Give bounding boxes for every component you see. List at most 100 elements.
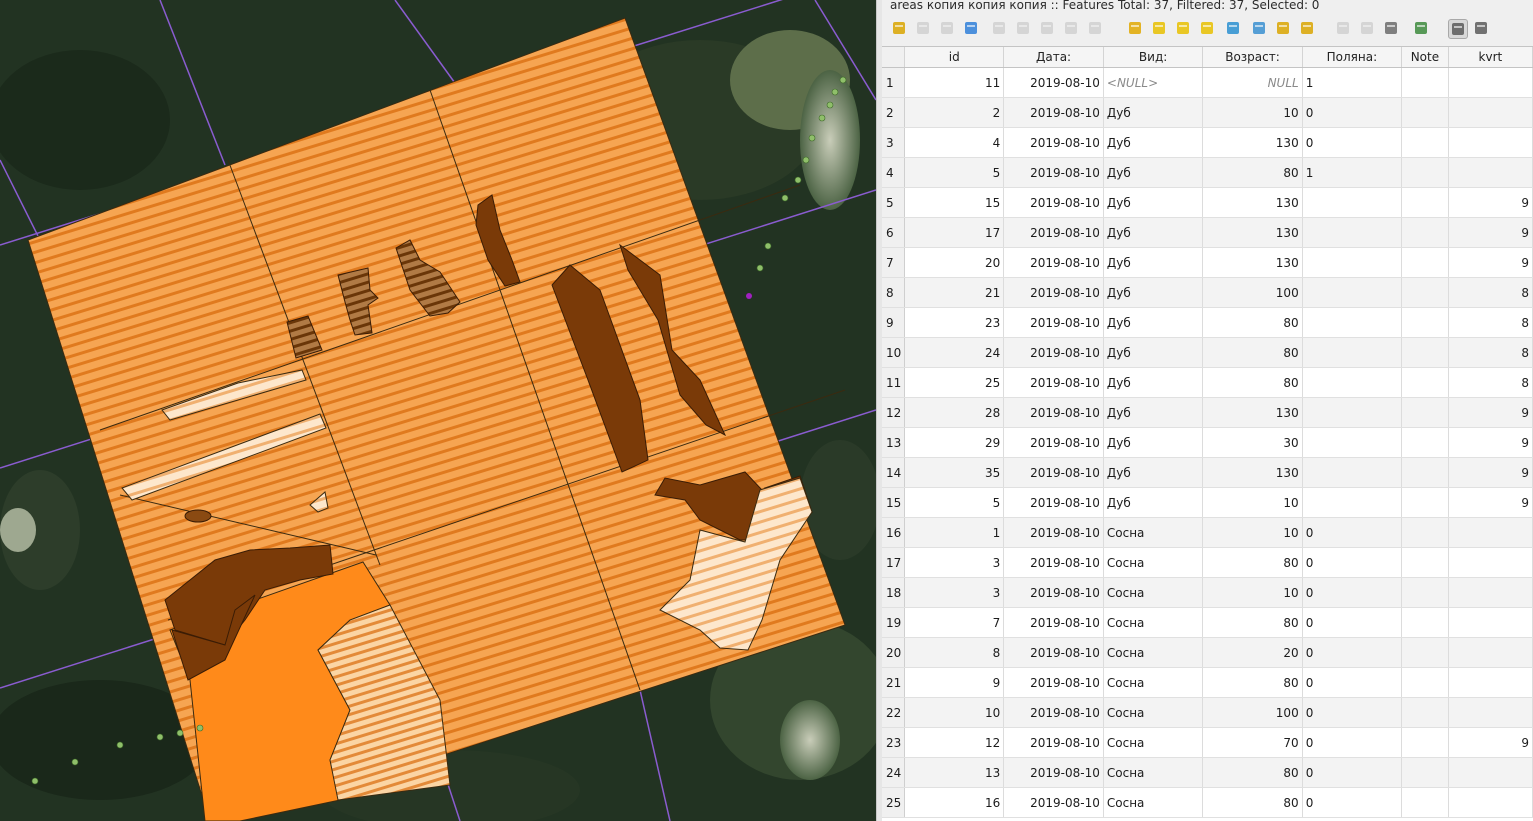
cell-id[interactable]: 8 <box>904 637 1005 668</box>
cell-polyana[interactable] <box>1302 487 1403 518</box>
cell-date[interactable]: 2019-08-10 <box>1003 367 1104 398</box>
cell-date[interactable]: 2019-08-10 <box>1003 157 1104 188</box>
cell-polyana[interactable]: 0 <box>1302 607 1403 638</box>
table-row[interactable]: 9 23 2019-08-10 Дуб 80 8 <box>882 307 1533 338</box>
cell-age[interactable]: 70 <box>1202 727 1303 758</box>
cell-kvrt[interactable]: 8 <box>1448 307 1533 338</box>
oak-blob[interactable] <box>184 509 212 523</box>
table-row[interactable]: 3 4 2019-08-10 Дуб 130 0 <box>882 127 1533 158</box>
delete-selected-icon[interactable] <box>1014 19 1034 39</box>
column-header[interactable]: Note <box>1401 47 1449 68</box>
cell-age[interactable]: 80 <box>1202 367 1303 398</box>
cell-date[interactable]: 2019-08-10 <box>1003 757 1104 788</box>
cell-kvrt[interactable]: 9 <box>1448 217 1533 248</box>
cell-age[interactable]: 10 <box>1202 97 1303 128</box>
cell-id[interactable]: 3 <box>904 577 1005 608</box>
dock-table-icon[interactable] <box>1448 19 1468 39</box>
cell-polyana[interactable]: 1 <box>1302 67 1403 98</box>
cell-vid[interactable]: Сосна <box>1103 607 1204 638</box>
column-header[interactable]: id <box>904 47 1005 68</box>
pan-to-selected-icon[interactable] <box>1274 19 1294 39</box>
cell-date[interactable]: 2019-08-10 <box>1003 337 1104 368</box>
cell-date[interactable]: 2019-08-10 <box>1003 547 1104 578</box>
row-header[interactable]: 10 <box>882 337 906 368</box>
cell-note[interactable] <box>1401 157 1449 188</box>
cell-kvrt[interactable] <box>1448 577 1533 608</box>
row-header[interactable]: 23 <box>882 727 906 758</box>
cell-note[interactable] <box>1401 517 1449 548</box>
cell-polyana[interactable] <box>1302 217 1403 248</box>
row-header[interactable]: 22 <box>882 697 906 728</box>
delete-field-icon[interactable] <box>1358 19 1378 39</box>
column-header[interactable]: Поляна: <box>1302 47 1403 68</box>
row-header[interactable]: 5 <box>882 187 906 218</box>
cell-kvrt[interactable] <box>1448 127 1533 158</box>
row-header[interactable]: 20 <box>882 637 906 668</box>
reload-table-icon[interactable] <box>962 19 982 39</box>
cell-id[interactable]: 4 <box>904 127 1005 158</box>
cell-age[interactable]: 80 <box>1202 157 1303 188</box>
table-row[interactable]: 4 5 2019-08-10 Дуб 80 1 <box>882 157 1533 188</box>
cell-age[interactable]: 130 <box>1202 457 1303 488</box>
cell-vid[interactable]: Дуб <box>1103 337 1204 368</box>
attribute-table[interactable]: id Дата: Вид: Возраст: Поляна: Note kvrt 1 11 20… <box>882 46 1533 821</box>
cell-id[interactable]: 10 <box>904 697 1005 728</box>
cell-note[interactable] <box>1401 427 1449 458</box>
cell-id[interactable]: 11 <box>904 67 1005 98</box>
field-calculator-icon[interactable] <box>1382 19 1402 39</box>
cell-polyana[interactable] <box>1302 367 1403 398</box>
table-row[interactable]: 2 2 2019-08-10 Дуб 10 0 <box>882 97 1533 128</box>
cell-kvrt[interactable] <box>1448 607 1533 638</box>
invert-selection-icon[interactable] <box>1174 19 1194 39</box>
table-corner[interactable] <box>882 47 906 68</box>
cell-note[interactable] <box>1401 367 1449 398</box>
cell-id[interactable]: 12 <box>904 727 1005 758</box>
cell-note[interactable] <box>1401 247 1449 278</box>
cell-note[interactable] <box>1401 667 1449 698</box>
cell-vid[interactable]: Сосна <box>1103 637 1204 668</box>
cell-note[interactable] <box>1401 187 1449 218</box>
cell-date[interactable]: 2019-08-10 <box>1003 67 1104 98</box>
cell-age[interactable]: 10 <box>1202 487 1303 518</box>
cell-polyana[interactable] <box>1302 427 1403 458</box>
table-row[interactable]: 24 13 2019-08-10 Сосна 80 0 <box>882 757 1533 788</box>
cell-polyana[interactable] <box>1302 187 1403 218</box>
row-header[interactable]: 21 <box>882 667 906 698</box>
cell-vid[interactable]: Дуб <box>1103 247 1204 278</box>
column-header[interactable]: Вид: <box>1103 47 1204 68</box>
row-header[interactable]: 16 <box>882 517 906 548</box>
cell-polyana[interactable]: 0 <box>1302 757 1403 788</box>
table-row[interactable]: 12 28 2019-08-10 Дуб 130 9 <box>882 397 1533 428</box>
cell-vid[interactable]: Дуб <box>1103 487 1204 518</box>
survey-point[interactable] <box>808 134 816 142</box>
cell-note[interactable] <box>1401 577 1449 608</box>
table-row[interactable]: 23 12 2019-08-10 Сосна 70 0 9 <box>882 727 1533 758</box>
cell-id[interactable]: 3 <box>904 547 1005 578</box>
survey-point[interactable] <box>831 88 839 96</box>
cell-note[interactable] <box>1401 397 1449 428</box>
cell-date[interactable]: 2019-08-10 <box>1003 217 1104 248</box>
cell-polyana[interactable]: 0 <box>1302 727 1403 758</box>
cell-id[interactable]: 29 <box>904 427 1005 458</box>
cell-date[interactable]: 2019-08-10 <box>1003 787 1104 818</box>
cell-vid[interactable]: Дуб <box>1103 127 1204 158</box>
cell-age[interactable]: 20 <box>1202 637 1303 668</box>
cell-id[interactable]: 23 <box>904 307 1005 338</box>
table-row[interactable]: 21 9 2019-08-10 Сосна 80 0 <box>882 667 1533 698</box>
cell-age[interactable]: 130 <box>1202 397 1303 428</box>
cell-age[interactable]: NULL <box>1202 67 1303 98</box>
cell-vid[interactable]: Дуб <box>1103 427 1204 458</box>
cell-date[interactable]: 2019-08-10 <box>1003 457 1104 488</box>
cell-vid[interactable]: Сосна <box>1103 547 1204 578</box>
cell-kvrt[interactable] <box>1448 517 1533 548</box>
cell-vid[interactable]: Дуб <box>1103 457 1204 488</box>
row-header[interactable]: 13 <box>882 427 906 458</box>
cell-date[interactable]: 2019-08-10 <box>1003 667 1104 698</box>
table-row[interactable]: 1 11 2019-08-10 <NULL> NULL 1 <box>882 67 1533 98</box>
row-header[interactable]: 4 <box>882 157 906 188</box>
cell-kvrt[interactable]: 8 <box>1448 367 1533 398</box>
survey-point[interactable] <box>802 156 810 164</box>
cell-date[interactable]: 2019-08-10 <box>1003 277 1104 308</box>
cell-vid[interactable]: <NULL> <box>1103 67 1204 98</box>
cell-id[interactable]: 15 <box>904 187 1005 218</box>
